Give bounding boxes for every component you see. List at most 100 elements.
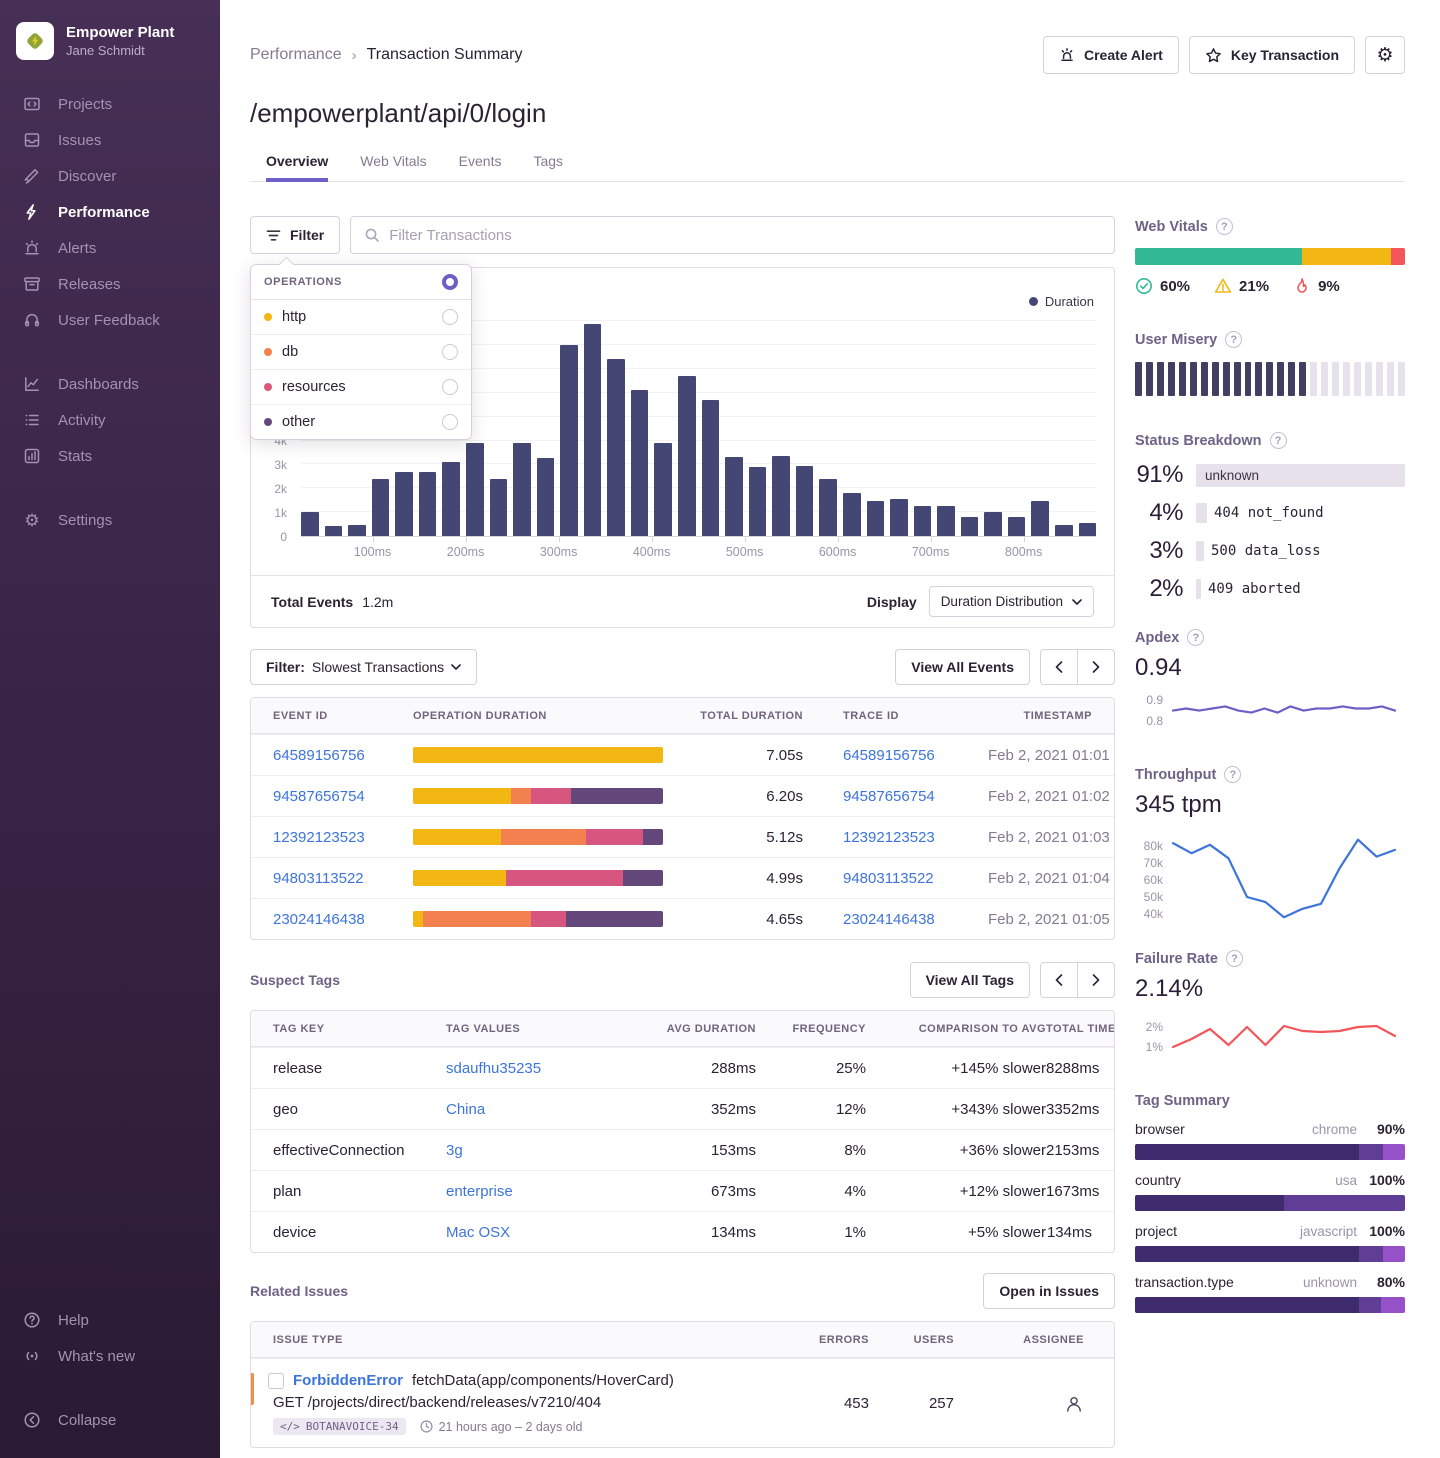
question-icon[interactable]: ? <box>1226 950 1243 967</box>
histogram-bar[interactable] <box>466 443 484 536</box>
histogram-bar[interactable] <box>395 472 413 536</box>
project-badge[interactable]: </> BOTANAVOICE-34 <box>273 1418 406 1435</box>
prev-page-button[interactable] <box>1040 649 1078 685</box>
histogram-bar[interactable] <box>984 512 1002 536</box>
question-icon[interactable]: ? <box>1187 629 1204 646</box>
histogram-bar[interactable] <box>325 526 343 536</box>
question-icon[interactable]: ? <box>1225 331 1242 348</box>
operations-all-radio[interactable] <box>442 274 458 290</box>
display-select[interactable]: Duration Distribution <box>929 586 1094 617</box>
prev-page-button[interactable] <box>1040 962 1078 998</box>
tag-summary-bar[interactable] <box>1135 1297 1405 1313</box>
assignee-avatar-icon[interactable] <box>1064 1394 1084 1414</box>
trace-id-link[interactable]: 12392123523 <box>843 829 935 846</box>
issue-checkbox[interactable] <box>268 1373 284 1389</box>
histogram-bar[interactable] <box>372 479 390 536</box>
histogram-bar[interactable] <box>631 390 649 536</box>
search-input[interactable] <box>389 227 1101 244</box>
histogram-bar[interactable] <box>490 479 508 536</box>
tag-summary-bar[interactable] <box>1135 1195 1405 1211</box>
sidebar-item-collapse[interactable]: Collapse <box>0 1402 220 1438</box>
tag-value-link[interactable]: enterprise <box>446 1183 513 1200</box>
next-page-button[interactable] <box>1077 649 1115 685</box>
histogram-bar[interactable] <box>914 506 932 536</box>
filter-button[interactable]: Filter <box>250 216 340 254</box>
histogram-bar[interactable] <box>937 506 955 536</box>
event-id-link[interactable]: 23024146438 <box>273 911 365 928</box>
operation-option-other[interactable]: other <box>251 405 471 439</box>
histogram-bar[interactable] <box>890 499 908 536</box>
sidebar-item-whats-new[interactable]: What's new <box>0 1338 220 1374</box>
sidebar-item-releases[interactable]: Releases <box>0 266 220 302</box>
open-in-issues-button[interactable]: Open in Issues <box>983 1273 1115 1309</box>
histogram-bar[interactable] <box>1008 517 1026 536</box>
db-radio[interactable] <box>442 344 458 360</box>
operation-option-resources[interactable]: resources <box>251 370 471 405</box>
settings-button[interactable]: ⚙ <box>1365 36 1405 74</box>
sidebar-item-activity[interactable]: Activity <box>0 402 220 438</box>
sidebar-item-discover[interactable]: Discover <box>0 158 220 194</box>
trace-id-link[interactable]: 64589156756 <box>843 747 935 764</box>
histogram-bar[interactable] <box>1031 501 1049 536</box>
view-all-tags-button[interactable]: View All Tags <box>910 962 1030 998</box>
org-switcher[interactable]: Empower Plant Jane Schmidt <box>0 14 220 86</box>
operation-option-http[interactable]: http <box>251 300 471 335</box>
trace-id-link[interactable]: 94803113522 <box>843 870 934 887</box>
histogram-bar[interactable] <box>867 501 885 536</box>
next-page-button[interactable] <box>1077 962 1115 998</box>
chart-legend[interactable]: Duration <box>1029 294 1094 309</box>
sidebar-item-stats[interactable]: Stats <box>0 438 220 474</box>
tag-value-link[interactable]: sdaufhu35235 <box>446 1060 541 1077</box>
event-id-link[interactable]: 94803113522 <box>273 870 364 887</box>
view-all-events-button[interactable]: View All Events <box>895 649 1030 685</box>
issue-title-link[interactable]: ForbiddenError <box>293 1372 403 1389</box>
question-icon[interactable]: ? <box>1224 766 1241 783</box>
histogram-bar[interactable] <box>537 458 555 536</box>
histogram-bar[interactable] <box>654 443 672 536</box>
histogram-bar[interactable] <box>419 472 437 536</box>
histogram-bar[interactable] <box>749 467 767 536</box>
sidebar-item-settings[interactable]: ⚙ Settings <box>0 502 220 538</box>
histogram-bar[interactable] <box>513 443 531 536</box>
histogram-bar[interactable] <box>560 345 578 536</box>
tag-summary-bar[interactable] <box>1135 1246 1405 1262</box>
trace-id-link[interactable]: 94587656754 <box>843 788 935 805</box>
event-id-link[interactable]: 64589156756 <box>273 747 365 764</box>
tag-value-link[interactable]: China <box>446 1101 485 1118</box>
histogram-bar[interactable] <box>678 376 696 536</box>
sidebar-item-issues[interactable]: Issues <box>0 122 220 158</box>
resources-radio[interactable] <box>442 379 458 395</box>
events-filter-select[interactable]: Filter: Slowest Transactions <box>250 649 477 685</box>
histogram-bar[interactable] <box>607 359 625 536</box>
breadcrumb-performance[interactable]: Performance <box>250 46 342 64</box>
question-icon[interactable]: ? <box>1270 432 1287 449</box>
sidebar-item-user-feedback[interactable]: User Feedback <box>0 302 220 338</box>
tab-events[interactable]: Events <box>459 153 502 182</box>
histogram-bar[interactable] <box>702 400 720 536</box>
sidebar-item-projects[interactable]: Projects <box>0 86 220 122</box>
tab-web-vitals[interactable]: Web Vitals <box>360 153 426 182</box>
http-radio[interactable] <box>442 309 458 325</box>
event-id-link[interactable]: 12392123523 <box>273 829 365 846</box>
histogram-bar[interactable] <box>843 493 861 536</box>
create-alert-button[interactable]: Create Alert <box>1043 36 1179 74</box>
tag-summary-bar[interactable] <box>1135 1144 1405 1160</box>
trace-id-link[interactable]: 23024146438 <box>843 911 935 928</box>
histogram-bar[interactable] <box>772 456 790 536</box>
tag-value-link[interactable]: 3g <box>446 1142 463 1159</box>
sidebar-item-help[interactable]: Help <box>0 1302 220 1338</box>
histogram-bar[interactable] <box>442 462 460 536</box>
histogram-bar[interactable] <box>796 466 814 536</box>
histogram-bar[interactable] <box>961 517 979 536</box>
sidebar-item-alerts[interactable]: Alerts <box>0 230 220 266</box>
histogram-bar[interactable] <box>725 457 743 536</box>
sidebar-item-dashboards[interactable]: Dashboards <box>0 366 220 402</box>
sidebar-item-performance[interactable]: Performance <box>0 194 220 230</box>
histogram-bar[interactable] <box>301 512 319 536</box>
operation-option-db[interactable]: db <box>251 335 471 370</box>
other-radio[interactable] <box>442 414 458 430</box>
histogram-bar[interactable] <box>1055 525 1073 536</box>
event-id-link[interactable]: 94587656754 <box>273 788 365 805</box>
histogram-bar[interactable] <box>584 324 602 536</box>
tab-tags[interactable]: Tags <box>533 153 563 182</box>
